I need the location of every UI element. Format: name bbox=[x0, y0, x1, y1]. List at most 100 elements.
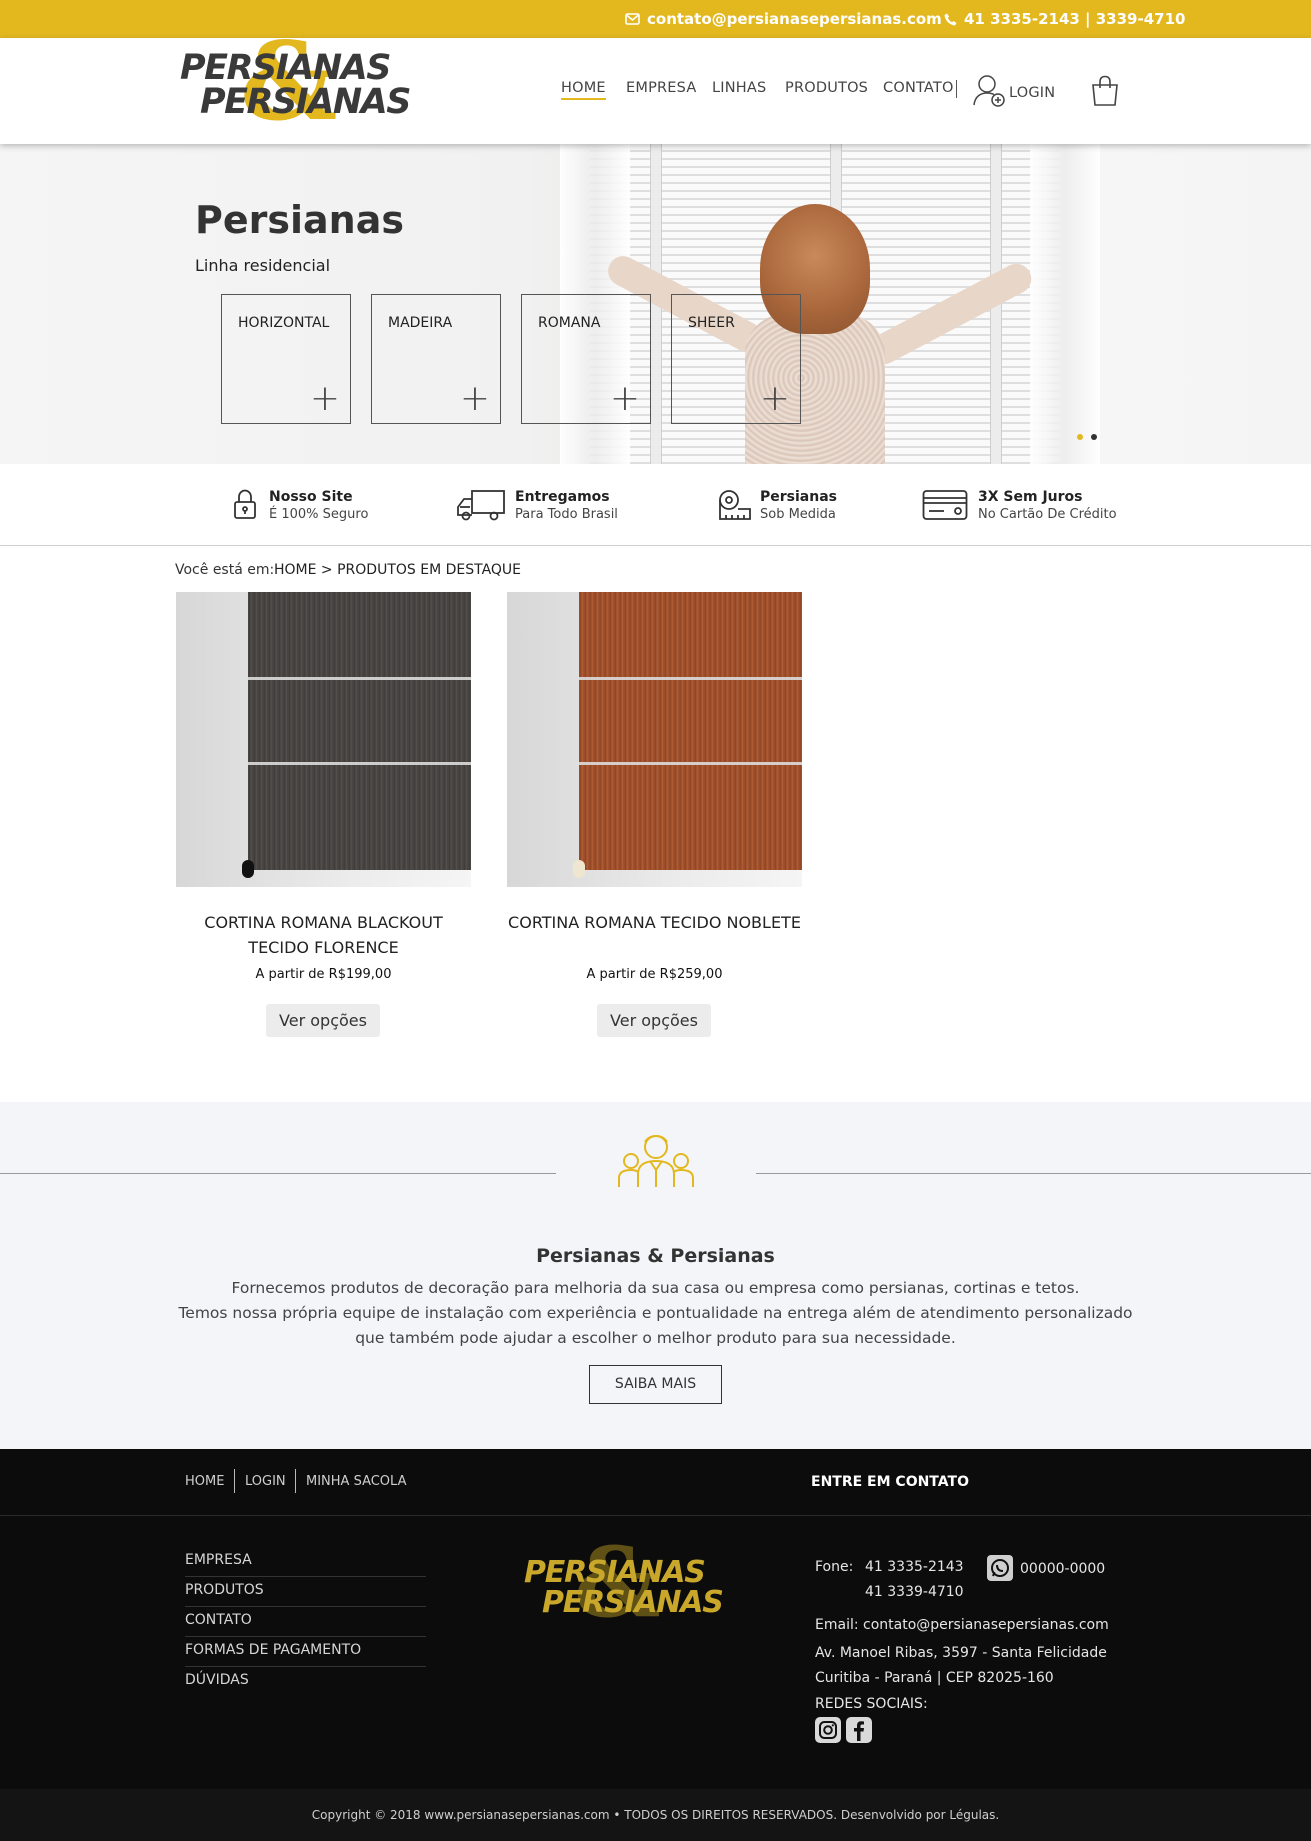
view-options-button[interactable]: Ver opções bbox=[597, 1004, 711, 1037]
product-name[interactable]: CORTINA ROMANA BLACKOUT TECIDO FLORENCE bbox=[176, 910, 471, 960]
facebook-icon[interactable] bbox=[846, 1717, 872, 1743]
footer-phone-2: 41 3339-4710 bbox=[865, 1584, 964, 1600]
nav-empresa[interactable]: EMPRESA bbox=[626, 80, 696, 96]
blind-rail bbox=[579, 677, 802, 680]
slider-dot-active[interactable] bbox=[1077, 434, 1083, 440]
hero-category-madeira[interactable]: MADEIRA + bbox=[371, 294, 501, 424]
product-blind bbox=[242, 592, 471, 878]
nav-contato[interactable]: CONTATO bbox=[883, 80, 954, 96]
product-blind bbox=[573, 592, 802, 878]
product-image[interactable] bbox=[176, 592, 471, 887]
about-title: Persianas & Persianas bbox=[536, 1245, 775, 1267]
login-button[interactable]: LOGIN bbox=[973, 74, 1055, 108]
product-price: A partir de R$259,00 bbox=[586, 967, 723, 982]
hero-category-label: HORIZONTAL bbox=[238, 315, 330, 331]
footer-separator bbox=[295, 1469, 296, 1493]
footer-phone-1: 41 3335-2143 bbox=[865, 1559, 964, 1575]
view-options-button[interactable]: Ver opções bbox=[266, 1004, 380, 1037]
copyright-bar: Copyright © 2018 www.persianasepersianas… bbox=[0, 1789, 1311, 1841]
blind-roll bbox=[573, 860, 585, 878]
credit-card-icon bbox=[922, 490, 968, 520]
plus-icon: + bbox=[609, 378, 640, 419]
footer-email[interactable]: Email: contato@persianasepersianas.com bbox=[815, 1617, 1109, 1633]
blind-roll bbox=[242, 860, 254, 878]
login-label: LOGIN bbox=[1009, 85, 1056, 101]
feature-title: Entregamos bbox=[515, 489, 610, 505]
facebook-glyph bbox=[854, 1721, 864, 1741]
footer-address-1: Av. Manoel Ribas, 3597 - Santa Felicidad… bbox=[815, 1645, 1107, 1661]
feature-subtitle: Sob Medida bbox=[760, 507, 836, 522]
footer-link-duvidas[interactable]: DÚVIDAS bbox=[185, 1667, 426, 1697]
nav-home[interactable]: HOME bbox=[561, 80, 606, 100]
hero-category-horizontal[interactable]: HORIZONTAL + bbox=[221, 294, 351, 424]
about-description: Fornecemos produtos de decoração para me… bbox=[170, 1276, 1141, 1351]
instagram-icon[interactable] bbox=[815, 1717, 841, 1743]
plus-icon: + bbox=[309, 378, 340, 419]
lock-icon bbox=[234, 489, 256, 519]
site-footer: HOME LOGIN MINHA SACOLA ENTRE EM CONTATO… bbox=[0, 1449, 1311, 1789]
hero-category-label: ROMANA bbox=[538, 315, 601, 331]
footer-phone-label: Fone: bbox=[815, 1559, 854, 1575]
topbar-phone[interactable]: 41 3335-2143 | 3339-4710 bbox=[944, 10, 1185, 28]
footer-link-contato[interactable]: CONTATO bbox=[185, 1607, 426, 1637]
divider-line bbox=[756, 1173, 1311, 1174]
hero-category-label: MADEIRA bbox=[388, 315, 453, 331]
footer-link-home[interactable]: HOME bbox=[185, 1474, 224, 1489]
nav-produtos[interactable]: PRODUTOS bbox=[785, 80, 868, 96]
hero-title: Persianas bbox=[195, 198, 404, 242]
feature-subtitle: É 100% Seguro bbox=[269, 507, 369, 522]
footer-link-produtos[interactable]: PRODUTOS bbox=[185, 1577, 426, 1607]
feature-subtitle: No Cartão De Crédito bbox=[978, 507, 1117, 522]
topbar-email[interactable]: contato@persianasepersianas.com bbox=[625, 10, 942, 28]
nav-separator bbox=[956, 80, 957, 98]
product-price: A partir de R$199,00 bbox=[255, 967, 392, 982]
blind-rail bbox=[248, 762, 471, 765]
feature-title: Persianas bbox=[760, 489, 837, 505]
breadcrumb[interactable]: HOME > PRODUTOS EM DESTAQUE bbox=[274, 562, 521, 578]
footer-logo[interactable]: & PERSIANAS PERSIANAS bbox=[524, 1535, 724, 1637]
hero-curtain bbox=[1030, 144, 1100, 464]
footer-divider bbox=[0, 1515, 1311, 1516]
feature-subtitle: Para Todo Brasil bbox=[515, 507, 618, 522]
topbar-email-text: contato@persianasepersianas.com bbox=[647, 10, 942, 28]
about-line-2: Temos nossa própria equipe de instalação… bbox=[178, 1304, 1133, 1347]
product-image[interactable] bbox=[507, 592, 802, 887]
phone-icon bbox=[944, 13, 957, 25]
footer-address-2: Curitiba - Paraná | CEP 82025-160 bbox=[815, 1670, 1054, 1686]
blind-rail bbox=[579, 762, 802, 765]
topbar-phone-text: 41 3335-2143 | 3339-4710 bbox=[964, 10, 1186, 28]
hero-category-sheer[interactable]: SHEER + bbox=[671, 294, 801, 424]
footer-whatsapp-number[interactable]: 00000-0000 bbox=[1020, 1561, 1105, 1577]
footer-link-empresa[interactable]: EMPRESA bbox=[185, 1547, 426, 1577]
footer-separator bbox=[234, 1469, 235, 1493]
whatsapp-icon[interactable] bbox=[987, 1555, 1013, 1581]
hero-category-romana[interactable]: ROMANA + bbox=[521, 294, 651, 424]
slider-dot[interactable] bbox=[1091, 434, 1097, 440]
team-people-icon bbox=[618, 1135, 694, 1187]
feature-title: Nosso Site bbox=[269, 489, 353, 505]
about-section: Persianas & Persianas Fornecemos produto… bbox=[0, 1102, 1311, 1449]
brand-logo[interactable]: & PERSIANAS PERSIANAS bbox=[180, 28, 411, 136]
truck-icon bbox=[457, 490, 505, 521]
features-strip: Nosso Site É 100% Seguro Entregamos Para… bbox=[0, 464, 1311, 546]
tape-measure-icon bbox=[719, 490, 751, 520]
user-add-icon bbox=[973, 75, 1005, 107]
about-line-1: Fornecemos produtos de decoração para me… bbox=[231, 1279, 1080, 1297]
plus-icon: + bbox=[759, 378, 790, 419]
footer-link-pagamento[interactable]: FORMAS DE PAGAMENTO bbox=[185, 1637, 426, 1667]
top-bar: contato@persianasepersianas.com 41 3335-… bbox=[0, 0, 1311, 38]
footer-social-label: REDES SOCIAIS: bbox=[815, 1696, 928, 1712]
learn-more-button[interactable]: SAIBA MAIS bbox=[589, 1365, 722, 1404]
footer-contact-title: ENTRE EM CONTATO bbox=[811, 1474, 969, 1490]
envelope-icon bbox=[625, 13, 640, 25]
shopping-bag-icon[interactable] bbox=[1091, 75, 1119, 107]
plus-icon: + bbox=[459, 378, 490, 419]
hero-subtitle: Linha residencial bbox=[195, 256, 331, 275]
product-name[interactable]: CORTINA ROMANA TECIDO NOBLETE bbox=[507, 910, 802, 935]
footer-link-login[interactable]: LOGIN bbox=[245, 1474, 286, 1489]
whatsapp-glyph bbox=[991, 1559, 1009, 1577]
nav-linhas[interactable]: LINHAS bbox=[712, 80, 766, 96]
logo-word-2: PERSIANAS bbox=[542, 1585, 724, 1620]
hero-banner bbox=[0, 144, 1311, 464]
footer-link-bag[interactable]: MINHA SACOLA bbox=[306, 1474, 406, 1489]
